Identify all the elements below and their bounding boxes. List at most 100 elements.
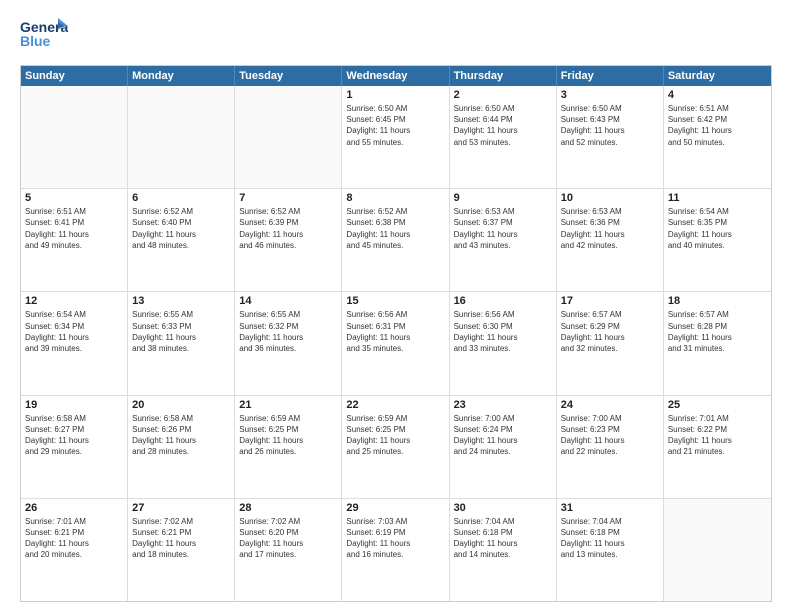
day-cell-23: 23 Sunrise: 7:00 AMSunset: 6:24 PMDayligh… — [450, 396, 557, 498]
day-info: Sunrise: 7:02 AMSunset: 6:21 PMDaylight:… — [132, 516, 230, 561]
day-number: 12 — [25, 295, 123, 307]
day-cell-31: 31Sunrise: 7:04 AMSunset: 6:18 PMDayligh… — [557, 499, 664, 601]
header-day-tuesday: Tuesday — [235, 66, 342, 86]
day-info: Sunrise: 6:52 AMSunset: 6:40 PMDaylight:… — [132, 206, 230, 251]
day-cell-2: 2 Sunrise: 6:50 AMSunset: 6:44 PMDaylight… — [450, 86, 557, 188]
day-info: Sunrise: 6:53 AMSunset: 6:36 PMDaylight:… — [561, 206, 659, 251]
day-info: Sunrise: 6:57 AMSunset: 6:28 PMDaylight:… — [668, 309, 767, 354]
day-cell-25: 25 Sunrise: 7:01 AMSunset: 6:22 PMDayligh… — [664, 396, 771, 498]
day-cell-28: 28 Sunrise: 7:02 AMSunset: 6:20 PMDayligh… — [235, 499, 342, 601]
day-cell-3: 3Sunrise: 6:50 AMSunset: 6:43 PMDaylight… — [557, 86, 664, 188]
day-number: 26 — [25, 502, 123, 514]
day-cell-11: 11 Sunrise: 6:54 AMSunset: 6:35 PMDayligh… — [664, 189, 771, 291]
day-cell-17: 17 Sunrise: 6:57 AMSunset: 6:29 PMDayligh… — [557, 292, 664, 394]
header-day-wednesday: Wednesday — [342, 66, 449, 86]
logo: General Blue — [20, 16, 68, 57]
day-cell-13: 13Sunrise: 6:55 AMSunset: 6:33 PMDayligh… — [128, 292, 235, 394]
day-number: 27 — [132, 502, 230, 514]
day-number: 2 — [454, 89, 552, 101]
day-number: 13 — [132, 295, 230, 307]
day-number: 9 — [454, 192, 552, 204]
day-number: 6 — [132, 192, 230, 204]
day-info: Sunrise: 6:58 AMSunset: 6:27 PMDaylight:… — [25, 413, 123, 458]
day-number: 25 — [668, 399, 767, 411]
day-info: Sunrise: 6:54 AMSunset: 6:35 PMDaylight:… — [668, 206, 767, 251]
day-info: Sunrise: 6:57 AMSunset: 6:29 PMDaylight:… — [561, 309, 659, 354]
day-info: Sunrise: 7:00 AMSunset: 6:23 PMDaylight:… — [561, 413, 659, 458]
day-info: Sunrise: 6:52 AMSunset: 6:39 PMDaylight:… — [239, 206, 337, 251]
day-number: 20 — [132, 399, 230, 411]
svg-text:Blue: Blue — [20, 33, 51, 49]
day-number: 21 — [239, 399, 337, 411]
day-info: Sunrise: 6:54 AMSunset: 6:34 PMDaylight:… — [25, 309, 123, 354]
day-number: 7 — [239, 192, 337, 204]
day-number: 15 — [346, 295, 444, 307]
day-cell-26: 26 Sunrise: 7:01 AMSunset: 6:21 PMDayligh… — [21, 499, 128, 601]
day-cell-22: 22Sunrise: 6:59 AMSunset: 6:25 PMDayligh… — [342, 396, 449, 498]
day-info: Sunrise: 7:00 AMSunset: 6:24 PMDaylight:… — [454, 413, 552, 458]
empty-cell — [664, 499, 771, 601]
day-number: 10 — [561, 192, 659, 204]
day-number: 16 — [454, 295, 552, 307]
day-number: 30 — [454, 502, 552, 514]
day-info: Sunrise: 6:59 AMSunset: 6:25 PMDaylight:… — [239, 413, 337, 458]
day-cell-15: 15 Sunrise: 6:56 AMSunset: 6:31 PMDayligh… — [342, 292, 449, 394]
week-row-4: 26 Sunrise: 7:01 AMSunset: 6:21 PMDayligh… — [21, 499, 771, 601]
day-cell-14: 14 Sunrise: 6:55 AMSunset: 6:32 PMDayligh… — [235, 292, 342, 394]
day-number: 14 — [239, 295, 337, 307]
day-cell-10: 10 Sunrise: 6:53 AMSunset: 6:36 PMDayligh… — [557, 189, 664, 291]
day-info: Sunrise: 7:04 AMSunset: 6:18 PMDaylight:… — [454, 516, 552, 561]
day-cell-6: 6 Sunrise: 6:52 AMSunset: 6:40 PMDaylight… — [128, 189, 235, 291]
empty-cell — [235, 86, 342, 188]
day-info: Sunrise: 6:51 AMSunset: 6:42 PMDaylight:… — [668, 103, 767, 148]
calendar-body: 1Sunrise: 6:50 AMSunset: 6:45 PMDaylight… — [21, 86, 771, 601]
day-cell-27: 27 Sunrise: 7:02 AMSunset: 6:21 PMDayligh… — [128, 499, 235, 601]
day-info: Sunrise: 6:56 AMSunset: 6:31 PMDaylight:… — [346, 309, 444, 354]
day-cell-4: 4Sunrise: 6:51 AMSunset: 6:42 PMDaylight… — [664, 86, 771, 188]
day-info: Sunrise: 6:53 AMSunset: 6:37 PMDaylight:… — [454, 206, 552, 251]
day-number: 19 — [25, 399, 123, 411]
day-number: 11 — [668, 192, 767, 204]
calendar-header: SundayMondayTuesdayWednesdayThursdayFrid… — [21, 66, 771, 86]
day-cell-1: 1Sunrise: 6:50 AMSunset: 6:45 PMDaylight… — [342, 86, 449, 188]
day-cell-20: 20 Sunrise: 6:58 AMSunset: 6:26 PMDayligh… — [128, 396, 235, 498]
day-number: 22 — [346, 399, 444, 411]
week-row-3: 19 Sunrise: 6:58 AMSunset: 6:27 PMDayligh… — [21, 396, 771, 499]
day-cell-8: 8 Sunrise: 6:52 AMSunset: 6:38 PMDaylight… — [342, 189, 449, 291]
day-info: Sunrise: 6:52 AMSunset: 6:38 PMDaylight:… — [346, 206, 444, 251]
header-day-monday: Monday — [128, 66, 235, 86]
day-info: Sunrise: 6:51 AMSunset: 6:41 PMDaylight:… — [25, 206, 123, 251]
header: General Blue — [20, 16, 772, 57]
day-number: 8 — [346, 192, 444, 204]
day-info: Sunrise: 7:01 AMSunset: 6:21 PMDaylight:… — [25, 516, 123, 561]
empty-cell — [21, 86, 128, 188]
day-cell-30: 30 Sunrise: 7:04 AMSunset: 6:18 PMDayligh… — [450, 499, 557, 601]
week-row-1: 5 Sunrise: 6:51 AMSunset: 6:41 PMDaylight… — [21, 189, 771, 292]
day-number: 28 — [239, 502, 337, 514]
day-info: Sunrise: 7:02 AMSunset: 6:20 PMDaylight:… — [239, 516, 337, 561]
day-number: 5 — [25, 192, 123, 204]
logo-icon: General Blue — [20, 16, 68, 57]
day-number: 29 — [346, 502, 444, 514]
day-info: Sunrise: 6:50 AMSunset: 6:45 PMDaylight:… — [346, 103, 444, 148]
week-row-2: 12 Sunrise: 6:54 AMSunset: 6:34 PMDayligh… — [21, 292, 771, 395]
day-cell-9: 9 Sunrise: 6:53 AMSunset: 6:37 PMDaylight… — [450, 189, 557, 291]
header-day-thursday: Thursday — [450, 66, 557, 86]
day-info: Sunrise: 6:50 AMSunset: 6:44 PMDaylight:… — [454, 103, 552, 148]
empty-cell — [128, 86, 235, 188]
day-number: 23 — [454, 399, 552, 411]
week-row-0: 1Sunrise: 6:50 AMSunset: 6:45 PMDaylight… — [21, 86, 771, 189]
day-info: Sunrise: 7:03 AMSunset: 6:19 PMDaylight:… — [346, 516, 444, 561]
day-cell-16: 16Sunrise: 6:56 AMSunset: 6:30 PMDayligh… — [450, 292, 557, 394]
calendar: SundayMondayTuesdayWednesdayThursdayFrid… — [20, 65, 772, 602]
day-number: 24 — [561, 399, 659, 411]
day-number: 17 — [561, 295, 659, 307]
day-info: Sunrise: 6:55 AMSunset: 6:32 PMDaylight:… — [239, 309, 337, 354]
page: General Blue SundayMondayTuesdayWednesda… — [0, 0, 792, 612]
day-cell-24: 24 Sunrise: 7:00 AMSunset: 6:23 PMDayligh… — [557, 396, 664, 498]
day-number: 31 — [561, 502, 659, 514]
day-info: Sunrise: 6:58 AMSunset: 6:26 PMDaylight:… — [132, 413, 230, 458]
day-info: Sunrise: 6:50 AMSunset: 6:43 PMDaylight:… — [561, 103, 659, 148]
day-info: Sunrise: 7:01 AMSunset: 6:22 PMDaylight:… — [668, 413, 767, 458]
day-cell-12: 12 Sunrise: 6:54 AMSunset: 6:34 PMDayligh… — [21, 292, 128, 394]
